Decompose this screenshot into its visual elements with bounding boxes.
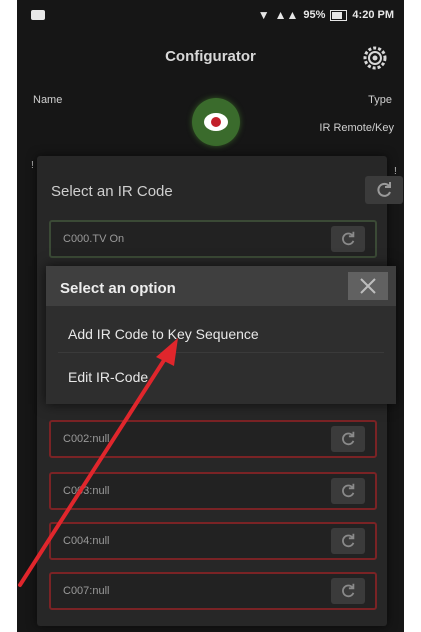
- annotation-arrow-head: [156, 338, 178, 366]
- annotation-arrow-shaft: [18, 352, 170, 587]
- annotation-arrow: [18, 338, 178, 587]
